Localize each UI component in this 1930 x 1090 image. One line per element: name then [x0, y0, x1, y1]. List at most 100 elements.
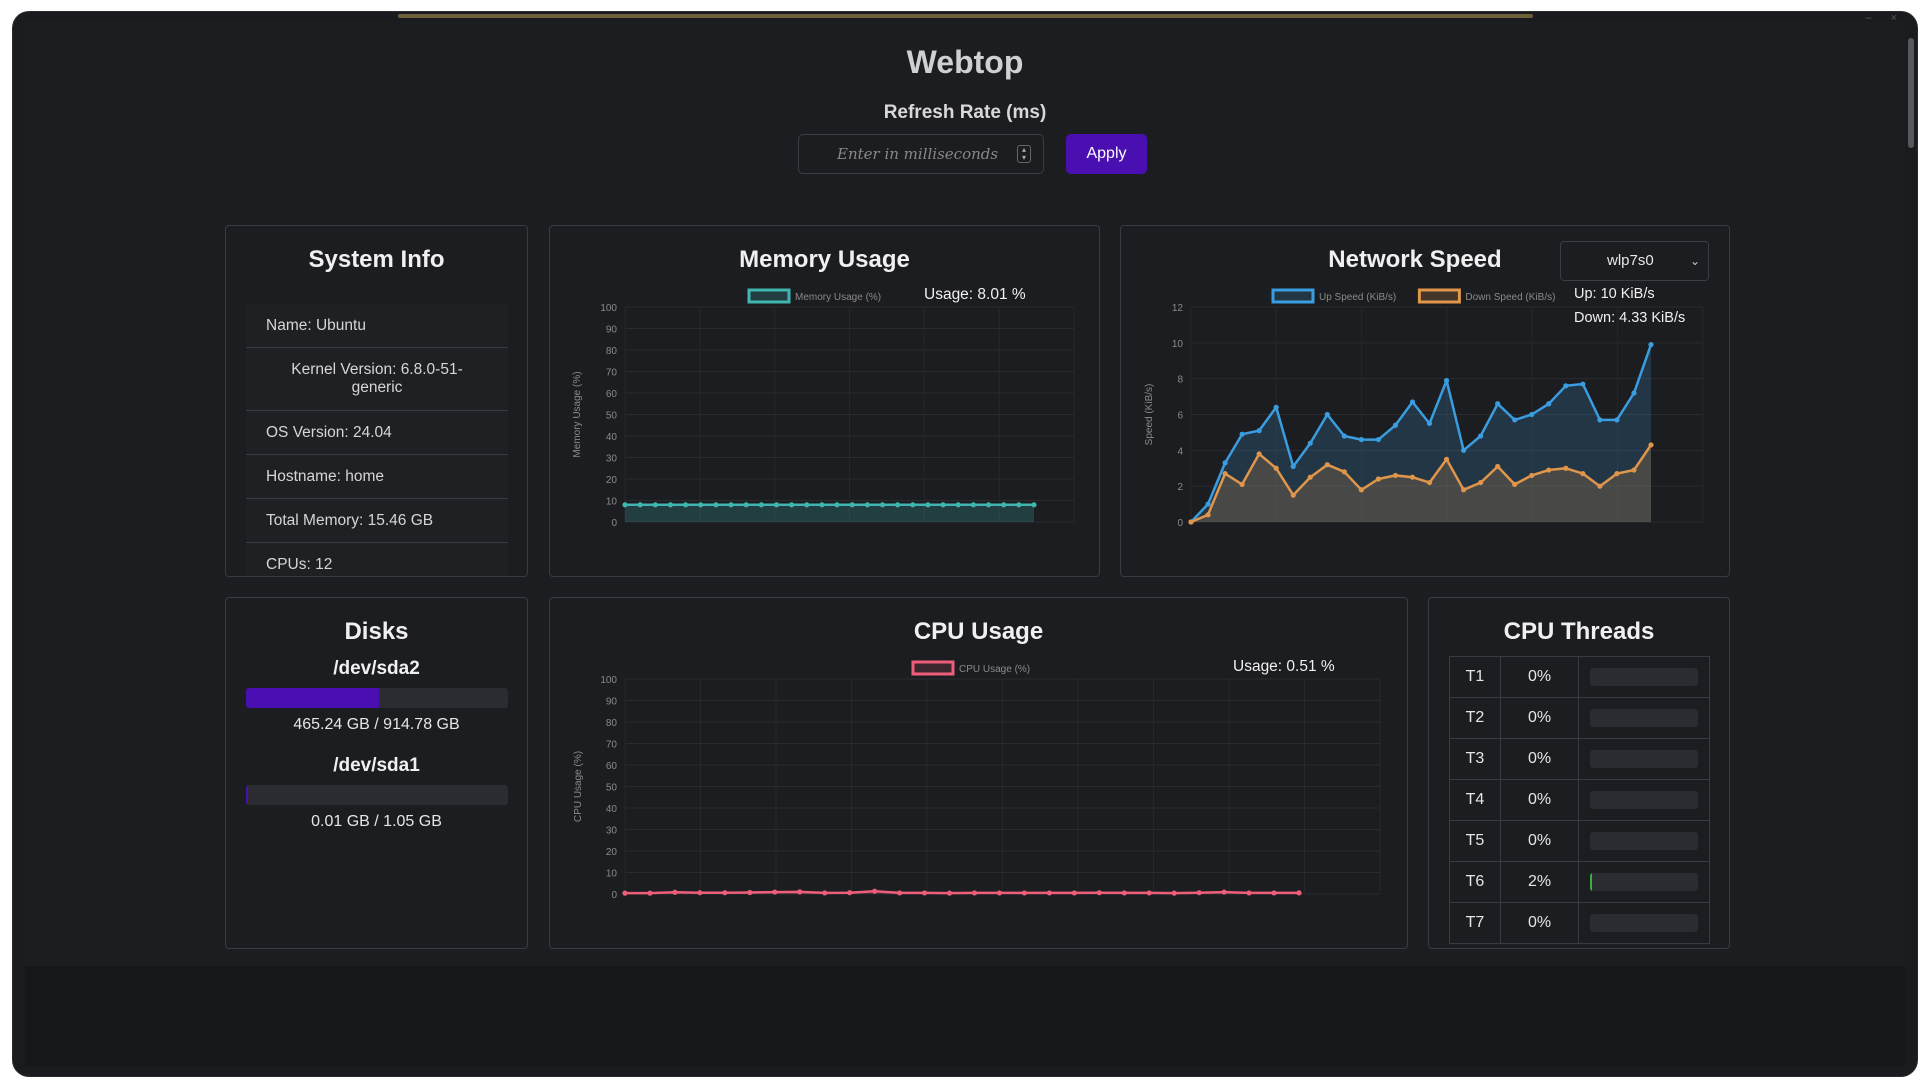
data-point [1375, 476, 1382, 482]
thread-row: T1 0% [1449, 656, 1710, 698]
data-point [1021, 890, 1028, 896]
data-point [1597, 483, 1603, 489]
thread-bar-cell [1578, 861, 1710, 903]
cpu-threads-card: CPU Threads T1 0% T2 0% T3 0% T4 0% T5 0% T6 2% T7 0% [1428, 597, 1730, 949]
thread-row: T6 2% [1449, 861, 1710, 903]
data-point [1341, 469, 1347, 475]
data-point [1478, 433, 1484, 439]
data-point [1222, 471, 1228, 477]
thread-usage-bar [1590, 750, 1698, 768]
thread-row: T2 0% [1449, 697, 1710, 739]
data-point [1046, 890, 1052, 896]
data-point [697, 890, 703, 896]
y-tick-label: 4 [1177, 446, 1183, 457]
series-area [625, 504, 1034, 522]
thread-percent: 0% [1500, 738, 1579, 780]
y-tick-label: 60 [606, 761, 618, 772]
data-point [1341, 433, 1347, 439]
thread-id: T2 [1449, 697, 1501, 739]
data-point [1375, 436, 1382, 443]
data-point [1222, 460, 1228, 466]
y-tick-label: 10 [606, 869, 618, 880]
apply-button[interactable]: Apply [1066, 134, 1147, 174]
data-point [1512, 417, 1518, 423]
y-tick-label: 80 [606, 718, 618, 729]
scrollbar-thumb[interactable] [1908, 38, 1914, 148]
data-point [955, 502, 961, 508]
data-point [985, 502, 992, 508]
refresh-rate-label: Refresh Rate (ms) [883, 102, 1047, 123]
y-tick-label: 0 [611, 518, 617, 529]
webtop-page: Webtop Refresh Rate (ms) Enter in millis… [25, 22, 1905, 966]
data-point [743, 502, 749, 508]
thread-usage-fill [1590, 873, 1593, 891]
thread-usage-bar [1590, 914, 1698, 932]
data-point [1563, 465, 1569, 471]
network-speed-card: Network Speed wlp7s0 ⌄ Up: 10 KiB/s Down… [1120, 225, 1730, 577]
data-point [1580, 471, 1586, 477]
y-tick-label: 40 [606, 804, 618, 815]
data-point [971, 890, 978, 896]
data-point [1631, 390, 1637, 396]
data-point [1648, 342, 1654, 348]
thread-row: T5 0% [1449, 820, 1710, 862]
data-point [1478, 479, 1484, 486]
thread-percent: 0% [1500, 697, 1579, 739]
sys-item-hostname: Hostname: home [246, 455, 508, 499]
thread-percent: 0% [1500, 656, 1579, 698]
y-tick-label: 100 [600, 303, 617, 314]
y-axis-label: CPU Usage (%) [573, 751, 584, 822]
data-point [1358, 436, 1364, 443]
data-point [1495, 463, 1501, 470]
system-info-list[interactable]: Name: Ubuntu Kernel Version: 6.8.0-51-ge… [246, 304, 508, 576]
data-point [940, 502, 946, 508]
y-tick-label: 30 [606, 826, 618, 837]
data-point [1273, 404, 1279, 410]
data-point [996, 890, 1003, 896]
window-top-accent [398, 14, 1533, 18]
data-point [834, 502, 840, 508]
data-point [1648, 442, 1654, 448]
legend-swatch [1417, 288, 1461, 304]
disks-card: Disks /dev/sda2 465.24 GB / 914.78 GB /d… [225, 597, 528, 949]
y-tick-label: 30 [606, 454, 618, 465]
scrollbar[interactable] [1907, 32, 1915, 1062]
thread-id: T1 [1449, 656, 1501, 698]
data-point [722, 890, 728, 896]
data-point [946, 890, 953, 896]
y-tick-label: 10 [606, 497, 618, 508]
y-tick-label: 10 [1172, 339, 1184, 350]
data-point [1271, 890, 1277, 896]
refresh-rate-input[interactable]: Enter in milliseconds ▴ ▾ [798, 134, 1044, 174]
data-point [1529, 411, 1535, 418]
data-point [1563, 383, 1569, 389]
data-point [713, 502, 719, 508]
data-point [1071, 890, 1077, 896]
data-point [622, 890, 628, 896]
data-point [1324, 462, 1330, 468]
data-point [1392, 422, 1399, 428]
thread-id: T4 [1449, 779, 1501, 821]
thread-bar-cell [1578, 779, 1710, 821]
thread-usage-bar [1590, 668, 1698, 686]
y-tick-label: 80 [606, 346, 618, 357]
data-point [804, 502, 810, 508]
disk-usage-bar [246, 785, 508, 805]
data-point [1121, 890, 1127, 896]
memory-chart: 0 10 20 30 40 50 60 70 80 90 100 Memory Usage (%) Me… [572, 288, 1075, 529]
data-point [637, 502, 643, 508]
data-point [1146, 890, 1152, 896]
data-point [1529, 472, 1535, 479]
data-point [1256, 451, 1262, 457]
thread-bar-cell [1578, 902, 1710, 944]
cpu-usage-card: CPU Usage Usage: 0.51 % 0 10 20 30 40 50 60 70 8… [549, 597, 1408, 949]
thread-bar-cell [1578, 656, 1710, 698]
y-tick-label: 90 [606, 697, 618, 708]
legend-swatch [1271, 288, 1315, 304]
y-tick-label: 90 [606, 325, 618, 336]
spinner-icon[interactable]: ▴ ▾ [1017, 145, 1031, 163]
data-point [1205, 512, 1211, 518]
data-point [895, 502, 901, 508]
data-point [652, 502, 658, 508]
y-tick-label: 40 [606, 432, 618, 443]
